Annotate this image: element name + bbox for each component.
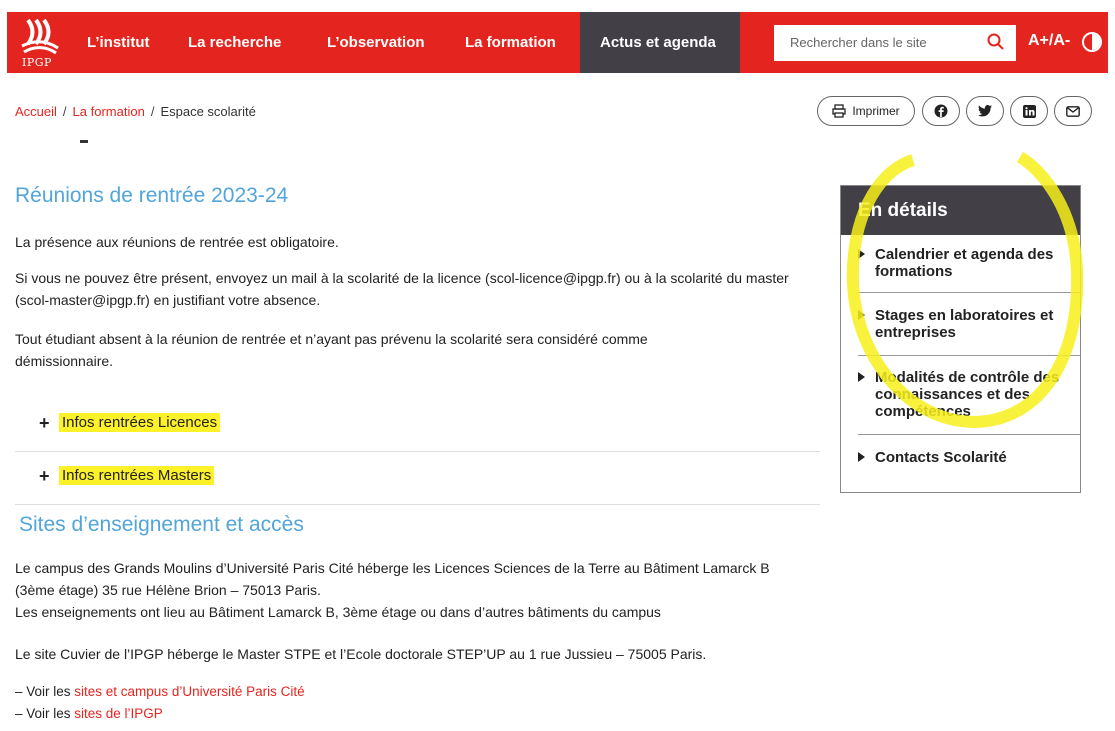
section-title-reunions: Réunions de rentrée 2023-24 xyxy=(15,184,289,207)
divider xyxy=(858,434,1080,435)
twitter-icon xyxy=(978,105,992,117)
voir-line-2: – Voir les sites de l’IPGP xyxy=(15,703,815,725)
font-size-toggle[interactable]: A+/A- xyxy=(1028,32,1070,50)
nav-formation[interactable]: La formation xyxy=(465,12,556,73)
breadcrumb-formation[interactable]: La formation xyxy=(73,104,145,119)
logo-icon xyxy=(21,18,59,55)
section-title-sites: Sites d’enseignement et accès xyxy=(19,513,304,536)
search-icon[interactable] xyxy=(986,32,1006,52)
email-button[interactable] xyxy=(1054,96,1092,126)
sidebar-item-modalites[interactable]: Modalités de contrôle des connaissances … xyxy=(858,369,1080,420)
print-label: Imprimer xyxy=(852,104,900,118)
sidebar-item-calendrier[interactable]: Calendrier et agenda des formations xyxy=(858,246,1080,280)
triangle-icon xyxy=(858,249,865,259)
link-sites-ipgp[interactable]: sites de l’IPGP xyxy=(74,706,163,721)
paragraph-obligatoire: La présence aux réunions de rentrée est … xyxy=(15,234,339,250)
sidebar-item-stages[interactable]: Stages en laboratoires et entreprises xyxy=(858,307,1080,341)
paragraph-demissionnaire: Tout étudiant absent à la réunion de ren… xyxy=(15,331,648,369)
search-input[interactable]: Rechercher dans le site xyxy=(774,25,1016,61)
plus-icon: + xyxy=(39,413,50,433)
sidebar-title: En détails xyxy=(841,186,1080,235)
breadcrumb-current: Espace scolarité xyxy=(160,104,256,119)
paragraph-grands-moulins: Le campus des Grands Moulins d’Universit… xyxy=(15,560,770,598)
breadcrumb: Accueil / La formation / Espace scolarité xyxy=(15,104,256,119)
facebook-icon xyxy=(934,104,948,118)
paragraph-absence-mail: Si vous ne pouvez être présent, envoyez … xyxy=(15,270,789,308)
sidebar-item-contacts[interactable]: Contacts Scolarité xyxy=(858,449,1080,466)
triangle-icon xyxy=(858,452,865,462)
accordion-label: Infos rentrées Masters xyxy=(59,466,215,485)
voir-prefix: – Voir les xyxy=(15,706,75,721)
paragraph-enseignements: Les enseignements ont lieu au Bâtiment L… xyxy=(15,604,661,620)
search-placeholder: Rechercher dans le site xyxy=(790,35,927,50)
linkedin-button[interactable] xyxy=(1010,96,1048,126)
divider xyxy=(858,355,1080,356)
linkedin-icon xyxy=(1022,104,1036,118)
title-dash xyxy=(80,140,88,143)
logo-text: IPGP xyxy=(22,56,52,69)
link-sites-upc[interactable]: sites et campus d’Université Paris Cité xyxy=(74,684,304,699)
voir-prefix: – Voir les xyxy=(15,684,75,699)
accordion-masters[interactable]: + Infos rentrées Masters xyxy=(15,453,820,505)
triangle-icon xyxy=(858,372,865,382)
nav-institut[interactable]: L’institut xyxy=(87,12,150,73)
accordion-label: Infos rentrées Licences xyxy=(59,413,221,432)
triangle-icon xyxy=(858,310,865,320)
divider xyxy=(858,292,1080,293)
facebook-button[interactable] xyxy=(922,96,960,126)
sidebar-en-details: En détails Calendrier et agenda des form… xyxy=(840,185,1081,493)
top-navigation-bar: IPGP L’institut La recherche L’observati… xyxy=(7,12,1108,73)
printer-icon xyxy=(832,104,846,118)
paragraph-cuvier: Le site Cuvier de l’IPGP héberge le Mast… xyxy=(15,646,707,662)
plus-icon: + xyxy=(39,466,50,486)
breadcrumb-separator: / xyxy=(150,104,155,119)
nav-actus-agenda[interactable]: Actus et agenda xyxy=(580,12,740,73)
accordion-licences[interactable]: + Infos rentrées Licences xyxy=(15,400,820,452)
mail-icon xyxy=(1066,105,1080,117)
nav-recherche[interactable]: La recherche xyxy=(188,12,281,73)
nav-observation[interactable]: L’observation xyxy=(327,12,425,73)
ipgp-logo[interactable]: IPGP xyxy=(20,18,60,69)
twitter-button[interactable] xyxy=(966,96,1004,126)
voir-line-1: – Voir les sites et campus d’Université … xyxy=(15,681,815,703)
contrast-icon[interactable] xyxy=(1082,32,1102,52)
breadcrumb-separator: / xyxy=(62,104,67,119)
breadcrumb-home[interactable]: Accueil xyxy=(15,104,57,119)
print-button[interactable]: Imprimer xyxy=(817,96,915,126)
